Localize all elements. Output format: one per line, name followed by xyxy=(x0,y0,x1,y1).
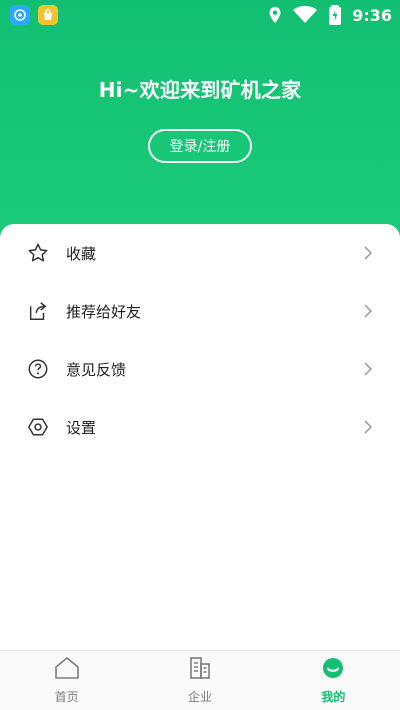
status-bar: 9:36 xyxy=(0,0,400,30)
bottom-navigation: 首页 企业 我的 xyxy=(0,650,400,710)
my-profile-screen: 9:36 Hi~欢迎来到矿机之家 登录/注册 收藏 推荐给好友 意见反馈 设置 … xyxy=(0,0,400,710)
notification-app-icon xyxy=(10,5,30,25)
battery-charging-icon xyxy=(329,5,342,25)
menu-card: 收藏 推荐给好友 意见反馈 设置 xyxy=(0,224,400,652)
app-glyph-icon xyxy=(14,9,26,21)
nav-item-home[interactable]: 首页 xyxy=(0,651,133,710)
status-right: 9:36 xyxy=(268,5,392,25)
menu-item-favorites[interactable]: 收藏 xyxy=(0,224,400,282)
profile-header: 9:36 Hi~欢迎来到矿机之家 登录/注册 xyxy=(0,0,400,240)
menu-item-label: 收藏 xyxy=(66,244,97,263)
nav-label: 企业 xyxy=(187,690,212,704)
chevron-right-icon xyxy=(362,360,374,378)
notification-bag-icon xyxy=(38,5,58,25)
menu-item-label: 意见反馈 xyxy=(66,360,127,379)
menu-item-label: 设置 xyxy=(66,418,97,437)
buildings-icon xyxy=(187,656,213,684)
menu-item-recommend[interactable]: 推荐给好友 xyxy=(0,282,400,340)
menu-item-label: 推荐给好友 xyxy=(66,302,142,321)
status-time: 9:36 xyxy=(352,5,392,25)
share-icon xyxy=(26,299,50,323)
location-icon xyxy=(269,7,281,23)
star-icon xyxy=(26,241,50,265)
nav-item-mine[interactable]: 我的 xyxy=(267,651,400,710)
nav-label: 首页 xyxy=(54,690,79,704)
chevron-right-icon xyxy=(362,302,374,320)
settings-icon xyxy=(26,415,50,439)
bag-glyph-icon xyxy=(44,8,52,20)
nav-label: 我的 xyxy=(321,690,346,704)
chevron-right-icon xyxy=(362,244,374,262)
home-icon xyxy=(54,656,80,684)
menu-item-settings[interactable]: 设置 xyxy=(0,398,400,456)
profile-icon xyxy=(320,656,346,684)
chevron-right-icon xyxy=(362,418,374,436)
welcome-title: Hi~欢迎来到矿机之家 xyxy=(98,78,302,102)
help-icon xyxy=(26,357,50,381)
nav-item-enterprise[interactable]: 企业 xyxy=(133,651,266,710)
status-left xyxy=(10,5,58,25)
wifi-icon xyxy=(293,6,318,23)
menu-item-feedback[interactable]: 意见反馈 xyxy=(0,340,400,398)
profile-menu: 收藏 推荐给好友 意见反馈 设置 xyxy=(0,224,400,456)
login-register-button[interactable]: 登录/注册 xyxy=(148,129,252,163)
